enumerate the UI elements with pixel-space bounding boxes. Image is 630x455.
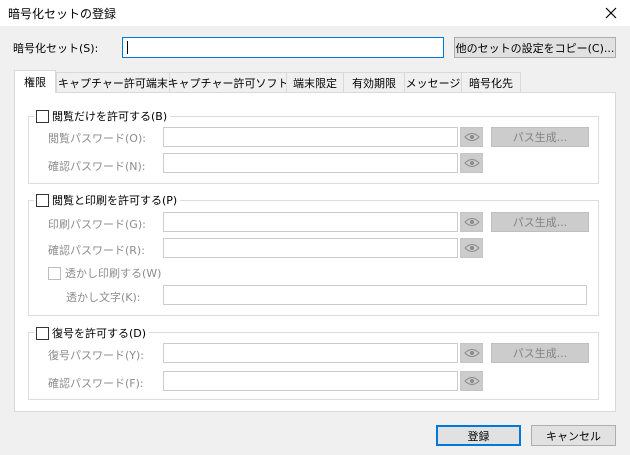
- register-button[interactable]: 登録: [436, 425, 521, 446]
- view-only-toggle[interactable]: 閲覧だけを許可する(B): [34, 108, 171, 124]
- print-password-field[interactable]: [163, 212, 458, 232]
- watermark-print-toggle[interactable]: 透かし印刷する(W): [48, 265, 161, 281]
- copy-settings-button[interactable]: 他のセットの設定をコピー(C)...: [454, 37, 616, 58]
- print-confirm-label: 確認パスワード(R):: [48, 244, 145, 257]
- close-icon: [605, 7, 617, 19]
- set-name-label: 暗号化セット(S):: [13, 42, 99, 55]
- tab-message[interactable]: メッセージ: [404, 72, 462, 93]
- decrypt-password-field[interactable]: [163, 343, 458, 363]
- window-title: 暗号化セットの登録: [8, 7, 117, 21]
- eye-icon: [463, 349, 480, 357]
- decrypt-checkbox[interactable]: [36, 326, 49, 340]
- eye-icon: [463, 244, 480, 252]
- watermark-print-label: 透かし印刷する(W): [65, 267, 162, 280]
- text-cursor: [127, 41, 128, 54]
- decrypt-password-label: 復号パスワード(Y):: [48, 349, 145, 362]
- show-print-password-button[interactable]: [460, 212, 483, 232]
- watermark-print-checkbox[interactable]: [48, 266, 61, 280]
- view-print-label: 閲覧と印刷を許可する(P): [52, 194, 178, 207]
- show-decrypt-confirm-button[interactable]: [460, 371, 483, 391]
- tab-permissions[interactable]: 権限: [14, 70, 56, 93]
- view-print-toggle[interactable]: 閲覧と印刷を許可する(P): [34, 192, 181, 208]
- view-only-checkbox[interactable]: [36, 109, 49, 123]
- tab-terminal-limit[interactable]: 端末限定: [286, 72, 344, 93]
- decrypt-confirm-field[interactable]: [163, 371, 458, 391]
- watermark-text-field[interactable]: [163, 285, 587, 305]
- set-name-input[interactable]: [122, 37, 444, 58]
- tab-capture-terminals[interactable]: キャプチャー許可端末: [56, 72, 170, 93]
- tab-encrypt-target[interactable]: 暗号化先: [461, 72, 521, 93]
- tab-capture-software[interactable]: キャプチャー許可ソフト: [168, 72, 288, 93]
- watermark-text-label: 透かし文字(K):: [66, 291, 141, 304]
- eye-icon: [463, 133, 480, 141]
- view-confirm-field[interactable]: [163, 153, 458, 173]
- view-confirm-label: 確認パスワード(N):: [48, 160, 146, 173]
- print-generate-button[interactable]: パス生成...: [491, 212, 589, 232]
- view-print-checkbox[interactable]: [36, 193, 49, 207]
- print-password-label: 印刷パスワード(G):: [48, 218, 146, 231]
- view-password-field[interactable]: [163, 127, 458, 147]
- decrypt-toggle[interactable]: 復号を許可する(D): [34, 325, 150, 341]
- eye-icon: [463, 159, 480, 167]
- close-button[interactable]: [598, 2, 624, 24]
- eye-icon: [463, 377, 480, 385]
- show-view-confirm-button[interactable]: [460, 153, 483, 173]
- eye-icon: [463, 218, 480, 226]
- decrypt-label: 復号を許可する(D): [52, 327, 147, 340]
- decrypt-generate-button[interactable]: パス生成...: [491, 343, 589, 363]
- view-generate-button[interactable]: パス生成...: [491, 127, 589, 147]
- cancel-button[interactable]: キャンセル: [531, 425, 616, 446]
- decrypt-confirm-label: 確認パスワード(F):: [48, 377, 144, 390]
- view-password-label: 閲覧パスワード(O):: [48, 132, 146, 145]
- tab-expiration[interactable]: 有効期限: [343, 72, 405, 93]
- show-view-password-button[interactable]: [460, 127, 483, 147]
- view-only-label: 閲覧だけを許可する(B): [52, 110, 168, 123]
- show-print-confirm-button[interactable]: [460, 238, 483, 258]
- print-confirm-field[interactable]: [163, 238, 458, 258]
- show-decrypt-password-button[interactable]: [460, 343, 483, 363]
